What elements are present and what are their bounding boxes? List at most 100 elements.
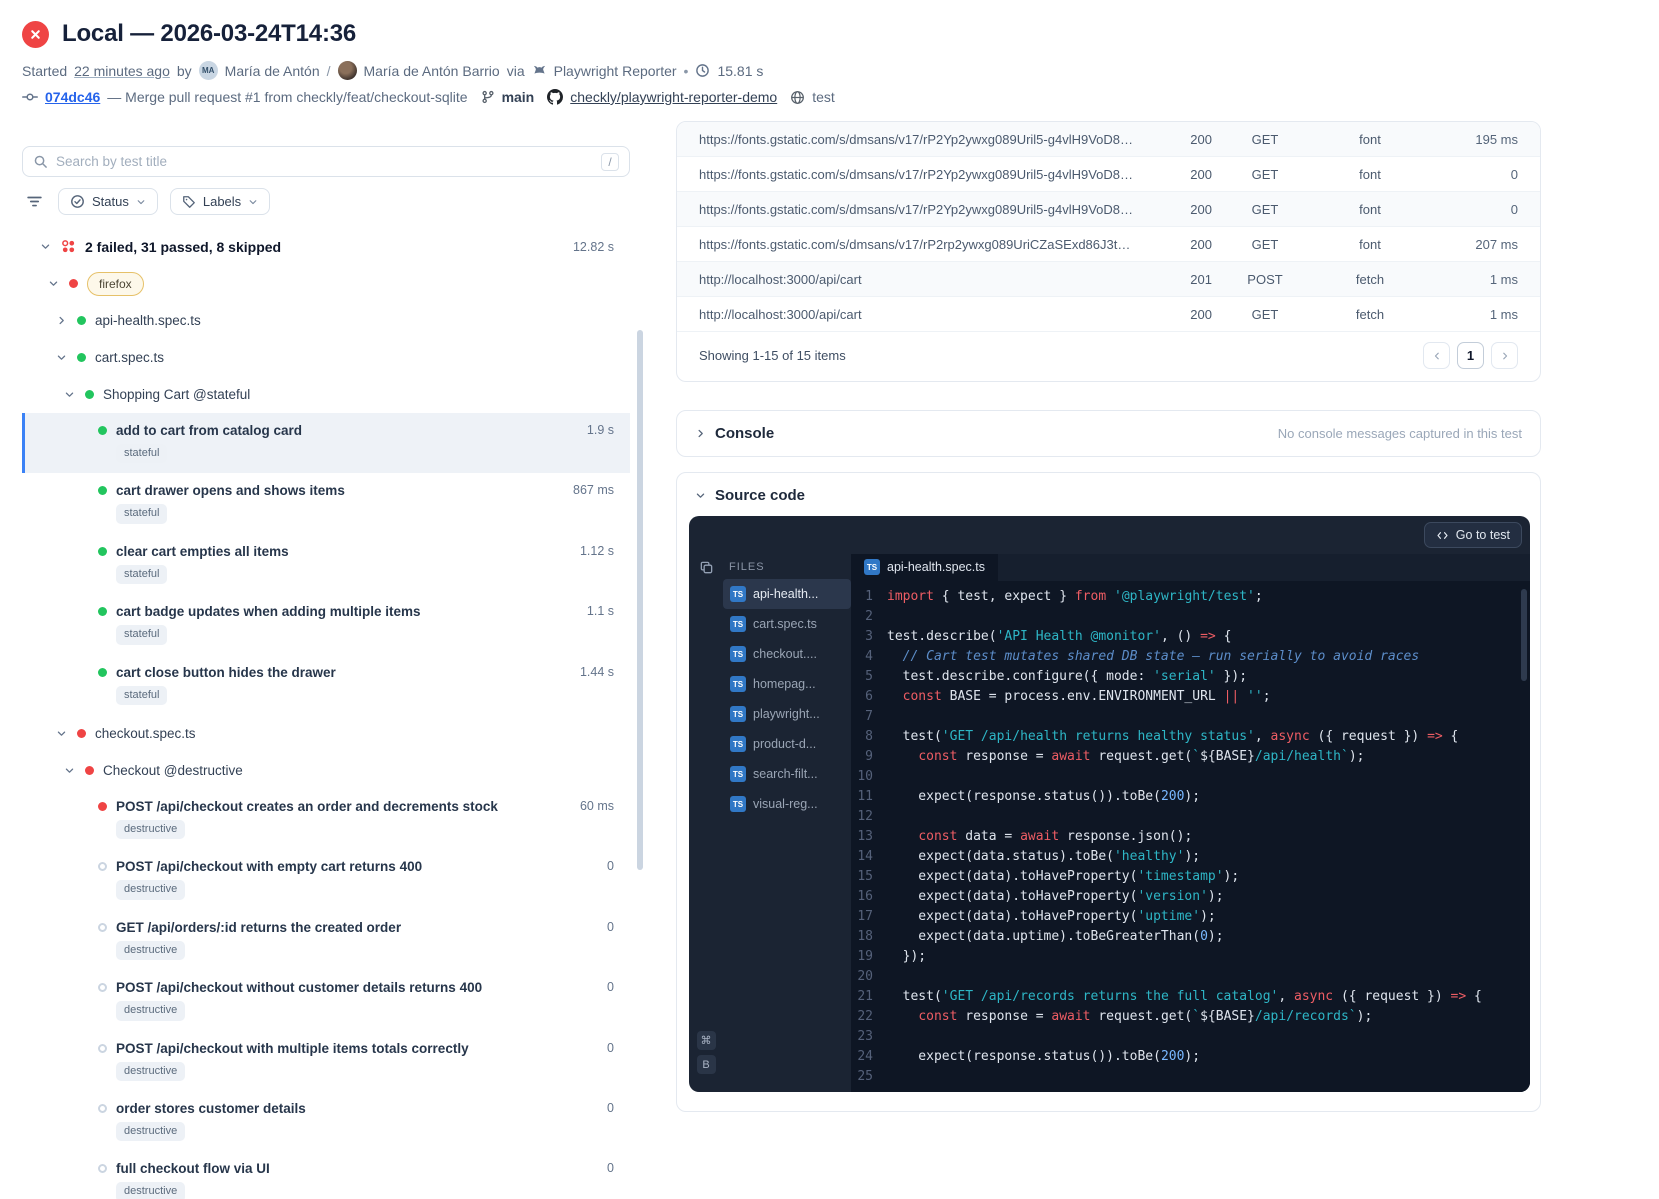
suite-row[interactable]: Shopping Cart @stateful bbox=[22, 376, 630, 413]
tree-row-content: 2 failed, 31 passed, 8 skipped bbox=[85, 239, 281, 255]
status-dot-passed bbox=[98, 546, 107, 556]
chevron-down-icon[interactable] bbox=[56, 728, 68, 739]
search-input[interactable] bbox=[56, 154, 593, 169]
code-line: 13 const data = await response.json(); bbox=[851, 827, 1530, 847]
chevron-right-icon[interactable] bbox=[695, 428, 706, 439]
file-item[interactable]: TS product-d... bbox=[723, 729, 851, 759]
code-line: 2 bbox=[851, 607, 1530, 627]
files-header: FILES bbox=[729, 561, 765, 573]
file-row[interactable]: api-health.spec.ts bbox=[22, 302, 630, 339]
chevron-down-icon[interactable] bbox=[56, 352, 68, 363]
network-request-row[interactable]: http://localhost:3000/api/cart 200 GET fetc… bbox=[677, 297, 1540, 332]
page-number-button[interactable]: 1 bbox=[1457, 342, 1484, 369]
network-request-row[interactable]: http://localhost:3000/api/cart 201 POST fet… bbox=[677, 262, 1540, 297]
line-number: 12 bbox=[857, 809, 873, 824]
status-filter-dropdown[interactable]: Status bbox=[58, 188, 158, 215]
code-text: test('GET /api/health returns healthy st… bbox=[887, 729, 1459, 744]
test-row[interactable]: cart close button hides the drawer statef… bbox=[22, 655, 630, 715]
repo-link[interactable]: checkly/playwright-reporter-demo bbox=[570, 89, 777, 105]
file-name: search-filt... bbox=[753, 767, 818, 781]
chevron-down-icon[interactable] bbox=[695, 490, 706, 501]
status-dot-passed bbox=[77, 316, 86, 325]
console-section[interactable]: Console No console messages captured in … bbox=[676, 410, 1541, 457]
labels-filter-dropdown[interactable]: Labels bbox=[169, 188, 271, 215]
copy-icon[interactable] bbox=[699, 560, 714, 575]
request-type: fetch bbox=[1355, 271, 1385, 287]
source-code-header[interactable]: Source code bbox=[695, 487, 1528, 504]
tab-api-health-spec[interactable]: TS api-health.spec.ts bbox=[851, 554, 998, 581]
file-item[interactable]: TS cart.spec.ts bbox=[723, 609, 851, 639]
request-status: 201 bbox=[1190, 271, 1212, 287]
file-row[interactable]: cart.spec.ts bbox=[22, 339, 630, 376]
chevron-down-icon[interactable] bbox=[48, 278, 60, 289]
status-dot-passed bbox=[98, 486, 107, 496]
test-row[interactable]: POST /api/checkout with empty cart retur… bbox=[22, 849, 630, 909]
tree-item-label: POST /api/checkout without customer deta… bbox=[116, 980, 483, 996]
tree-row-content: cart.spec.ts bbox=[95, 350, 164, 365]
tree-row-content: cart badge updates when adding multiple … bbox=[116, 604, 421, 645]
test-tag-badge: stateful bbox=[116, 625, 168, 645]
file-item[interactable]: TS visual-reg... bbox=[723, 789, 851, 819]
request-url: http://localhost:3000/api/cart bbox=[699, 306, 862, 322]
file-item[interactable]: TS search-filt... bbox=[723, 759, 851, 789]
file-item[interactable]: TS api-health... bbox=[723, 579, 851, 609]
test-row[interactable]: GET /api/orders/:id returns the created … bbox=[22, 910, 630, 970]
chevron-down-icon[interactable] bbox=[40, 241, 52, 252]
test-row[interactable]: cart drawer opens and shows items statefu… bbox=[22, 473, 630, 533]
tab-bar: TS api-health.spec.ts bbox=[851, 554, 1530, 581]
network-request-row[interactable]: https://fonts.gstatic.com/s/dmsans/v17/r… bbox=[677, 227, 1540, 262]
chevron-down-icon[interactable] bbox=[64, 765, 76, 776]
network-request-row[interactable]: https://fonts.gstatic.com/s/dmsans/v17/r… bbox=[677, 192, 1540, 227]
file-item[interactable]: TS checkout.... bbox=[723, 639, 851, 669]
line-number: 4 bbox=[865, 649, 873, 664]
code-text: const response = await request.get(`${BA… bbox=[918, 749, 1365, 764]
test-tag-badge: destructive bbox=[116, 1001, 186, 1021]
file-item[interactable]: TS homepag... bbox=[723, 669, 851, 699]
console-empty-message: No console messages captured in this tes… bbox=[1277, 426, 1522, 441]
status-dot-skipped bbox=[98, 862, 107, 872]
file-name: playwright... bbox=[753, 707, 820, 721]
test-row[interactable]: clear cart empties all items stateful 1.12… bbox=[22, 534, 630, 594]
test-row[interactable]: order stores customer details destructive… bbox=[22, 1091, 630, 1151]
via-user-name: María de Antón Barrio bbox=[363, 62, 500, 79]
chevron-down-icon[interactable] bbox=[64, 389, 76, 400]
commit-hash-link[interactable]: 074dc46 bbox=[45, 89, 100, 105]
file-item[interactable]: TS playwright... bbox=[723, 699, 851, 729]
summary-row[interactable]: 2 failed, 31 passed, 8 skipped 12.82 s bbox=[22, 228, 630, 265]
request-url: https://fonts.gstatic.com/s/dmsans/v17/r… bbox=[699, 236, 1146, 252]
line-number: 11 bbox=[857, 789, 873, 804]
network-request-row[interactable]: https://fonts.gstatic.com/s/dmsans/v17/r… bbox=[677, 122, 1540, 157]
page-next-button[interactable] bbox=[1491, 342, 1518, 369]
duration-label: 0 bbox=[607, 859, 614, 874]
left-panel-scrollbar[interactable] bbox=[637, 330, 643, 870]
filter-icon[interactable] bbox=[22, 190, 46, 214]
code-scrollbar[interactable] bbox=[1521, 589, 1527, 681]
line-number: 16 bbox=[857, 889, 873, 904]
chevron-right-icon[interactable] bbox=[56, 315, 68, 326]
code-line: 21 test('GET /api/records returns the fu… bbox=[851, 987, 1530, 1007]
network-request-row[interactable]: https://fonts.gstatic.com/s/dmsans/v17/r… bbox=[677, 157, 1540, 192]
test-row[interactable]: add to cart from catalog card stateful 1.9… bbox=[22, 413, 630, 474]
user-separator: / bbox=[326, 62, 331, 79]
test-row[interactable]: POST /api/checkout without customer deta… bbox=[22, 970, 630, 1030]
code-line: 19 }); bbox=[851, 947, 1530, 967]
request-duration: 1 ms bbox=[1489, 306, 1518, 322]
environment-name: test bbox=[812, 89, 835, 105]
go-to-test-button[interactable]: Go to test bbox=[1423, 522, 1522, 548]
page-prev-button[interactable] bbox=[1423, 342, 1450, 369]
tree-item-label: POST /api/checkout creates an order and … bbox=[116, 798, 498, 814]
test-row[interactable]: POST /api/checkout creates an order and … bbox=[22, 789, 630, 849]
browser-row[interactable]: firefox bbox=[22, 265, 630, 302]
tree-row-content: cart drawer opens and shows items statefu… bbox=[116, 483, 345, 524]
test-row[interactable]: full checkout flow via UI destructive 0 bbox=[22, 1151, 630, 1199]
test-row[interactable]: cart badge updates when adding multiple … bbox=[22, 594, 630, 654]
test-row[interactable]: POST /api/checkout with multiple items t… bbox=[22, 1031, 630, 1091]
code-viewer-toolbar: Go to test bbox=[689, 516, 1530, 554]
typescript-file-icon: TS bbox=[730, 616, 746, 632]
typescript-file-icon: TS bbox=[730, 766, 746, 782]
file-row[interactable]: checkout.spec.ts bbox=[22, 715, 630, 752]
suite-row[interactable]: Checkout @destructive bbox=[22, 752, 630, 789]
tree-row-content: api-health.spec.ts bbox=[95, 313, 201, 328]
